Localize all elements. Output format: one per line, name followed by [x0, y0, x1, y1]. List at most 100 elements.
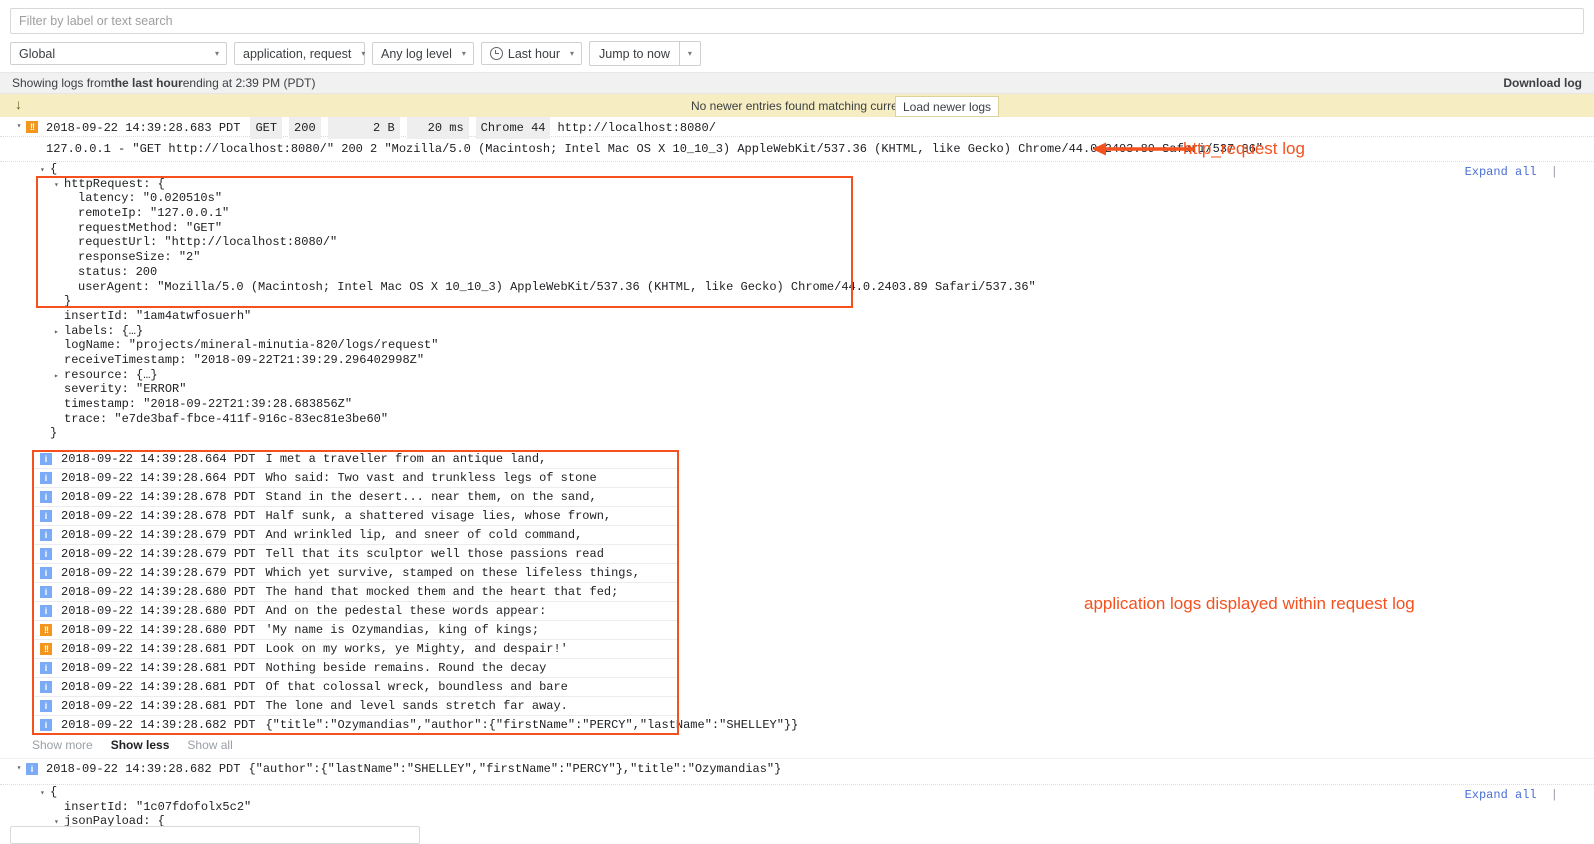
request-json-section: Expand all | ▾{▾ httpRequest: { latency: …: [0, 161, 1594, 441]
second-log-header-row[interactable]: ▾ i 2018-09-22 14:39:28.682 PDT {"author…: [0, 758, 1594, 779]
show-controls: Show more Show less Show all: [32, 738, 233, 752]
application-log-row[interactable]: i 2018-09-22 14:39:28.681 PDT The lone and…: [32, 697, 679, 716]
application-log-row[interactable]: i 2018-09-22 14:39:28.680 PDT And on the p…: [32, 602, 679, 621]
application-log-timestamp: 2018-09-22 14:39:28.679 PDT: [61, 566, 256, 580]
showing-logs-range: the last hour: [110, 76, 183, 90]
show-all-link[interactable]: Show all: [187, 738, 232, 752]
json-line-text: {: [50, 785, 58, 799]
severity-info-icon: i: [26, 763, 38, 775]
log-level-select-label: Any log level: [381, 46, 452, 61]
load-newer-logs-button[interactable]: Load newer logs: [895, 96, 1000, 117]
json-line-text: severity: "ERROR": [64, 382, 187, 397]
log-type-select[interactable]: application, request ▾: [234, 42, 365, 65]
json-line: logName: "projects/mineral-minutia-820/l…: [40, 338, 1594, 353]
application-log-timestamp: 2018-09-22 14:39:28.680 PDT: [61, 604, 256, 618]
show-more-link[interactable]: Show more: [32, 738, 93, 752]
json-line-text: }: [64, 294, 72, 309]
collapse-twisty-icon[interactable]: ▾: [12, 117, 26, 137]
json-line: ▸ labels: {…}: [40, 324, 1594, 339]
showing-logs-prefix: Showing logs from: [12, 76, 111, 90]
application-log-row[interactable]: i 2018-09-22 14:39:28.664 PDT I met a trav…: [32, 450, 679, 469]
resource-select-label: Global: [19, 46, 56, 61]
json-line-text: remoteIp: "127.0.0.1": [78, 206, 230, 221]
severity-info-icon: i: [40, 605, 52, 617]
json-line: status: 200: [40, 265, 1594, 280]
application-log-timestamp: 2018-09-22 14:39:28.678 PDT: [61, 509, 256, 523]
application-log-row[interactable]: i 2018-09-22 14:39:28.680 PDT The hand tha…: [32, 583, 679, 602]
severity-info-icon: i: [40, 529, 52, 541]
application-log-message: I met a traveller from an antique land,: [265, 452, 547, 466]
application-log-message: Tell that its sculptor well those passio…: [265, 547, 604, 561]
search-input[interactable]: [10, 8, 1584, 34]
expand-all-link-second[interactable]: Expand all |: [1465, 788, 1558, 802]
application-log-row[interactable]: !! 2018-09-22 14:39:28.681 PDT Look on my …: [32, 640, 679, 659]
request-log-header-line: 2018-09-22 14:39:28.683 PDT GET 200 2 B …: [46, 117, 716, 139]
json-line-text: requestMethod: "GET": [78, 220, 223, 235]
showing-logs-strip: Showing logs from the last hour ending a…: [0, 72, 1594, 94]
severity-error-icon: !!: [40, 643, 52, 655]
severity-info-icon: i: [40, 681, 52, 693]
json-line: requestMethod: "GET": [40, 221, 1594, 236]
showing-logs-suffix: ending at 2:39 PM (PDT): [182, 76, 316, 90]
application-log-row[interactable]: i 2018-09-22 14:39:28.682 PDT {"title":"Oz…: [32, 716, 798, 735]
jump-to-now-button[interactable]: Jump to now: [589, 41, 679, 66]
json-line: ▾{: [40, 785, 1594, 800]
application-log-timestamp: 2018-09-22 14:39:28.680 PDT: [61, 623, 256, 637]
application-log-row[interactable]: i 2018-09-22 14:39:28.679 PDT Tell that it…: [32, 545, 679, 564]
expand-all-link-request[interactable]: Expand all |: [1465, 165, 1558, 179]
separator: |: [1550, 165, 1558, 179]
severity-info-icon: i: [40, 453, 52, 465]
log-viewer-page: Global ▾ application, request ▾ Any log …: [0, 0, 1594, 844]
json-line-text: trace: "e7de3baf-fbce-411f-916c-83ec81e3…: [64, 411, 389, 426]
jump-to-now-group: Jump to now ▾: [589, 41, 701, 66]
annotation-arrow-http-request: [1092, 142, 1194, 156]
json-twisty-icon[interactable]: ▾: [54, 179, 64, 194]
application-log-timestamp: 2018-09-22 14:39:28.681 PDT: [61, 680, 256, 694]
arrow-down-icon: ↓: [15, 96, 22, 112]
application-log-row[interactable]: i 2018-09-22 14:39:28.678 PDT Stand in the…: [32, 488, 679, 507]
severity-info-icon: i: [40, 586, 52, 598]
json-line: insertId: "1am4atwfosuerh": [40, 309, 1594, 324]
severity-info-icon: i: [40, 510, 52, 522]
clock-icon: [489, 47, 503, 60]
severity-error-icon: !!: [40, 624, 52, 636]
json-line: severity: "ERROR": [40, 382, 1594, 397]
show-less-link[interactable]: Show less: [111, 738, 170, 752]
request-json-body: ▾{▾ httpRequest: { latency: "0.020510s" r…: [0, 162, 1594, 441]
severity-info-icon: i: [40, 548, 52, 560]
chevron-down-icon: ▾: [361, 48, 366, 58]
application-log-timestamp: 2018-09-22 14:39:28.680 PDT: [61, 585, 256, 599]
severity-info-icon: i: [40, 491, 52, 503]
request-url: http://localhost:8080/: [557, 121, 716, 135]
json-line-text: resource: {…}: [64, 367, 158, 382]
jump-to-now-label: Jump to now: [599, 46, 670, 61]
annotation-http-request-label: http_request log: [1183, 139, 1305, 158]
application-log-message: Stand in the desert... near them, on the…: [265, 490, 597, 504]
application-log-row[interactable]: i 2018-09-22 14:39:28.678 PDT Half sunk, a…: [32, 507, 679, 526]
json-twisty-icon[interactable]: ▾: [40, 787, 50, 802]
application-log-row[interactable]: i 2018-09-22 14:39:28.679 PDT And wrinkled…: [32, 526, 679, 545]
json-line: }: [40, 294, 1594, 309]
collapse-twisty-icon[interactable]: ▾: [12, 759, 26, 779]
log-level-select[interactable]: Any log level ▾: [372, 42, 474, 65]
resource-select[interactable]: Global ▾: [10, 42, 227, 65]
request-latency-chip: 20 ms: [406, 117, 469, 139]
application-log-row[interactable]: i 2018-09-22 14:39:28.664 PDT Who said: Tw…: [32, 469, 679, 488]
application-log-row[interactable]: i 2018-09-22 14:39:28.681 PDT Of that colo…: [32, 678, 679, 697]
expand-all-label: Expand all: [1464, 165, 1537, 179]
application-log-message: Which yet survive, stamped on these life…: [265, 566, 640, 580]
time-range-select[interactable]: Last hour ▾: [480, 42, 583, 65]
application-log-timestamp: 2018-09-22 14:39:28.681 PDT: [61, 642, 256, 656]
application-log-row[interactable]: !! 2018-09-22 14:39:28.680 PDT 'My name is…: [32, 621, 679, 640]
severity-info-icon: i: [40, 700, 52, 712]
json-line: insertId: "1c07fdofolx5c2": [40, 800, 1594, 815]
download-log-button[interactable]: Download log: [1503, 76, 1582, 90]
application-log-row[interactable]: i 2018-09-22 14:39:28.681 PDT Nothing besi…: [32, 659, 679, 678]
partial-bottom-panel: [10, 826, 420, 844]
jump-to-now-dropdown-button[interactable]: ▾: [678, 41, 701, 66]
json-line-text: httpRequest: {: [64, 176, 165, 191]
json-line: ▸ resource: {…}: [40, 368, 1594, 383]
request-log-header-row[interactable]: ▾ !! 2018-09-22 14:39:28.683 PDT GET 200…: [0, 117, 1594, 139]
json-twisty-icon[interactable]: ▾: [40, 164, 50, 179]
application-log-row[interactable]: i 2018-09-22 14:39:28.679 PDT Which yet su…: [32, 564, 679, 583]
